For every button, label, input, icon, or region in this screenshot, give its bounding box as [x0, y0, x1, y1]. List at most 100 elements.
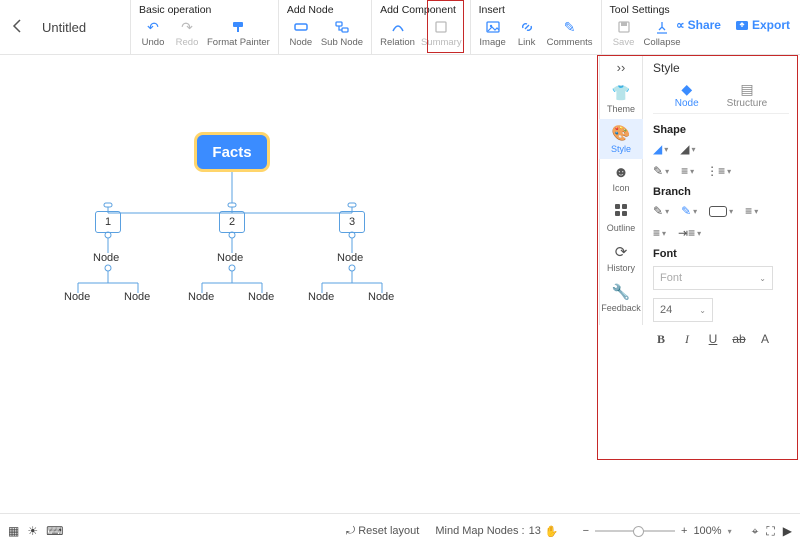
insert-link-button[interactable]: Link [513, 18, 541, 48]
border-style-button[interactable]: ≡▾ [681, 164, 694, 178]
view-sun-button[interactable]: ☀ [27, 524, 38, 538]
target-button[interactable]: ⌖ [752, 524, 759, 539]
group-title-addnode: Add Node [287, 4, 363, 16]
mindmap-node-1[interactable]: 1 [95, 211, 121, 233]
presentation-button[interactable]: ▶ [783, 524, 792, 539]
strike-button[interactable]: ab [731, 332, 747, 347]
branch-indent-button[interactable]: ⇥≡▾ [678, 226, 701, 240]
mindmap-leaf[interactable]: Node [124, 291, 150, 303]
mindmap-node-2-label[interactable]: Node [217, 252, 243, 264]
mindmap-leaf[interactable]: Node [248, 291, 274, 303]
reset-layout-button[interactable]: ⤾Reset layout [346, 525, 419, 538]
mindmap-node-1-label[interactable]: Node [93, 252, 119, 264]
share-icon: ∝ [676, 18, 685, 32]
pencil-button[interactable]: ✎▾ [653, 164, 669, 178]
font-size-value: 24 [660, 304, 672, 316]
view-grid-button[interactable]: ▦ [8, 524, 19, 538]
panel-title: Style [653, 61, 789, 75]
fullscreen-button[interactable]: ⛶ [766, 524, 774, 539]
share-button[interactable]: ∝Share [676, 18, 721, 32]
bold-button[interactable]: B [653, 332, 669, 347]
export-icon [735, 18, 749, 32]
font-family-select[interactable]: Font⌄ [653, 266, 773, 290]
lines3-icon: ≡ [653, 226, 660, 240]
nodes-label: Mind Map Nodes : [435, 525, 524, 537]
add-subnode-button[interactable]: Sub Node [321, 18, 363, 48]
sidetab-style-label: Style [611, 144, 631, 154]
fill-color-2-button[interactable]: ◢▾ [680, 142, 695, 156]
zoom-slider[interactable] [595, 530, 675, 532]
zoom-out-button[interactable]: − [583, 525, 589, 537]
sidetab-style[interactable]: 🎨 Style [599, 119, 643, 159]
collapse-label: Collapse [644, 37, 681, 48]
style-panel: Style ◆Node ▤Structure Shape ◢▾ ◢▾ ✎▾ ≡▾… [643, 55, 799, 460]
fill-color-button[interactable]: ◢▾ [653, 142, 668, 156]
view-keyboard-button[interactable]: ⌨ [46, 524, 63, 538]
branch-lines-button[interactable]: ≡▾ [745, 204, 758, 218]
italic-button[interactable]: I [679, 332, 695, 347]
branch-style-button[interactable]: ≡▾ [653, 226, 666, 240]
redo-icon: ↷ [178, 18, 196, 36]
indent-icon: ⇥≡ [678, 226, 695, 240]
sidetab-outline[interactable]: Outline [599, 198, 643, 238]
branch-color-button[interactable]: ✎▾ [681, 204, 697, 218]
structure-subtab-icon: ▤ [740, 81, 753, 98]
mindmap-leaf[interactable]: Node [64, 291, 90, 303]
collapse-button[interactable]: Collapse [644, 18, 681, 48]
smile-icon: ☻ [613, 164, 629, 181]
hand-icon[interactable]: ✋ [545, 525, 559, 538]
branch-pencil-button[interactable]: ✎▾ [653, 204, 669, 218]
subtab-node[interactable]: ◆Node [675, 81, 699, 109]
lines-icon: ≡ [681, 164, 688, 178]
mindmap-connectors [0, 55, 600, 455]
insert-comments-button[interactable]: ✎ Comments [547, 18, 593, 48]
insert-image-button[interactable]: Image [479, 18, 507, 48]
sidetab-icon[interactable]: ☻Icon [599, 159, 643, 198]
text-color-button[interactable]: A [757, 332, 773, 347]
share-label: Share [688, 18, 721, 32]
group-title-basic: Basic operation [139, 4, 270, 16]
colorpen-icon: ✎ [681, 204, 691, 218]
sidetab-feedback-label: Feedback [601, 303, 641, 313]
save-button[interactable]: Save [610, 18, 638, 48]
link-label: Link [518, 37, 535, 48]
relation-button[interactable]: Relation [380, 18, 415, 48]
mindmap-root-node[interactable]: Facts [197, 135, 267, 169]
subtab-structure[interactable]: ▤Structure [727, 81, 768, 109]
mindmap-node-3[interactable]: 3 [339, 211, 365, 233]
redo-button[interactable]: ↷ Redo [173, 18, 201, 48]
undo-button[interactable]: ↶ Undo [139, 18, 167, 48]
zoom-in-button[interactable]: + [681, 525, 687, 537]
sidetab-theme[interactable]: 👕Theme [599, 79, 643, 119]
toolbar-group-basic: Basic operation ↶ Undo ↷ Redo Format Pai… [130, 0, 278, 55]
bucket-icon: ◢ [653, 142, 662, 156]
rect-icon [709, 206, 727, 217]
mindmap-leaf[interactable]: Node [308, 291, 334, 303]
document-title[interactable]: Untitled [42, 20, 86, 35]
mindmap-node-2[interactable]: 2 [219, 211, 245, 233]
export-button[interactable]: Export [735, 18, 790, 32]
zoom-menu-button[interactable]: ▾ [728, 527, 732, 536]
panel-collapse-button[interactable]: ›› [599, 55, 643, 79]
sidetab-feedback[interactable]: 🔧Feedback [599, 278, 643, 318]
toolbar-group-add-component: Add Component Relation Summary [371, 0, 470, 55]
mindmap-node-3-label[interactable]: Node [337, 252, 363, 264]
node-subtab-icon: ◆ [681, 81, 692, 98]
add-node-button[interactable]: Node [287, 18, 315, 48]
palette-icon: 🎨 [612, 124, 631, 142]
mindmap-leaf[interactable]: Node [188, 291, 214, 303]
underline-button[interactable]: U [705, 332, 721, 347]
back-button[interactable] [12, 18, 22, 38]
border-dash-button[interactable]: ⋮≡▾ [706, 164, 731, 178]
history-icon: ⟳ [615, 243, 628, 261]
export-label: Export [752, 18, 790, 32]
chevron-down-icon: ⌄ [759, 274, 766, 283]
mindmap-leaf[interactable]: Node [368, 291, 394, 303]
summary-button[interactable]: Summary [421, 18, 462, 48]
format-painter-button[interactable]: Format Painter [207, 18, 270, 48]
dashlines-icon: ⋮≡ [706, 164, 725, 178]
branch-shape-button[interactable]: ▾ [709, 206, 733, 217]
font-size-select[interactable]: 24⌄ [653, 298, 713, 322]
sidetab-history[interactable]: ⟳History [599, 238, 643, 278]
image-icon [484, 18, 502, 36]
